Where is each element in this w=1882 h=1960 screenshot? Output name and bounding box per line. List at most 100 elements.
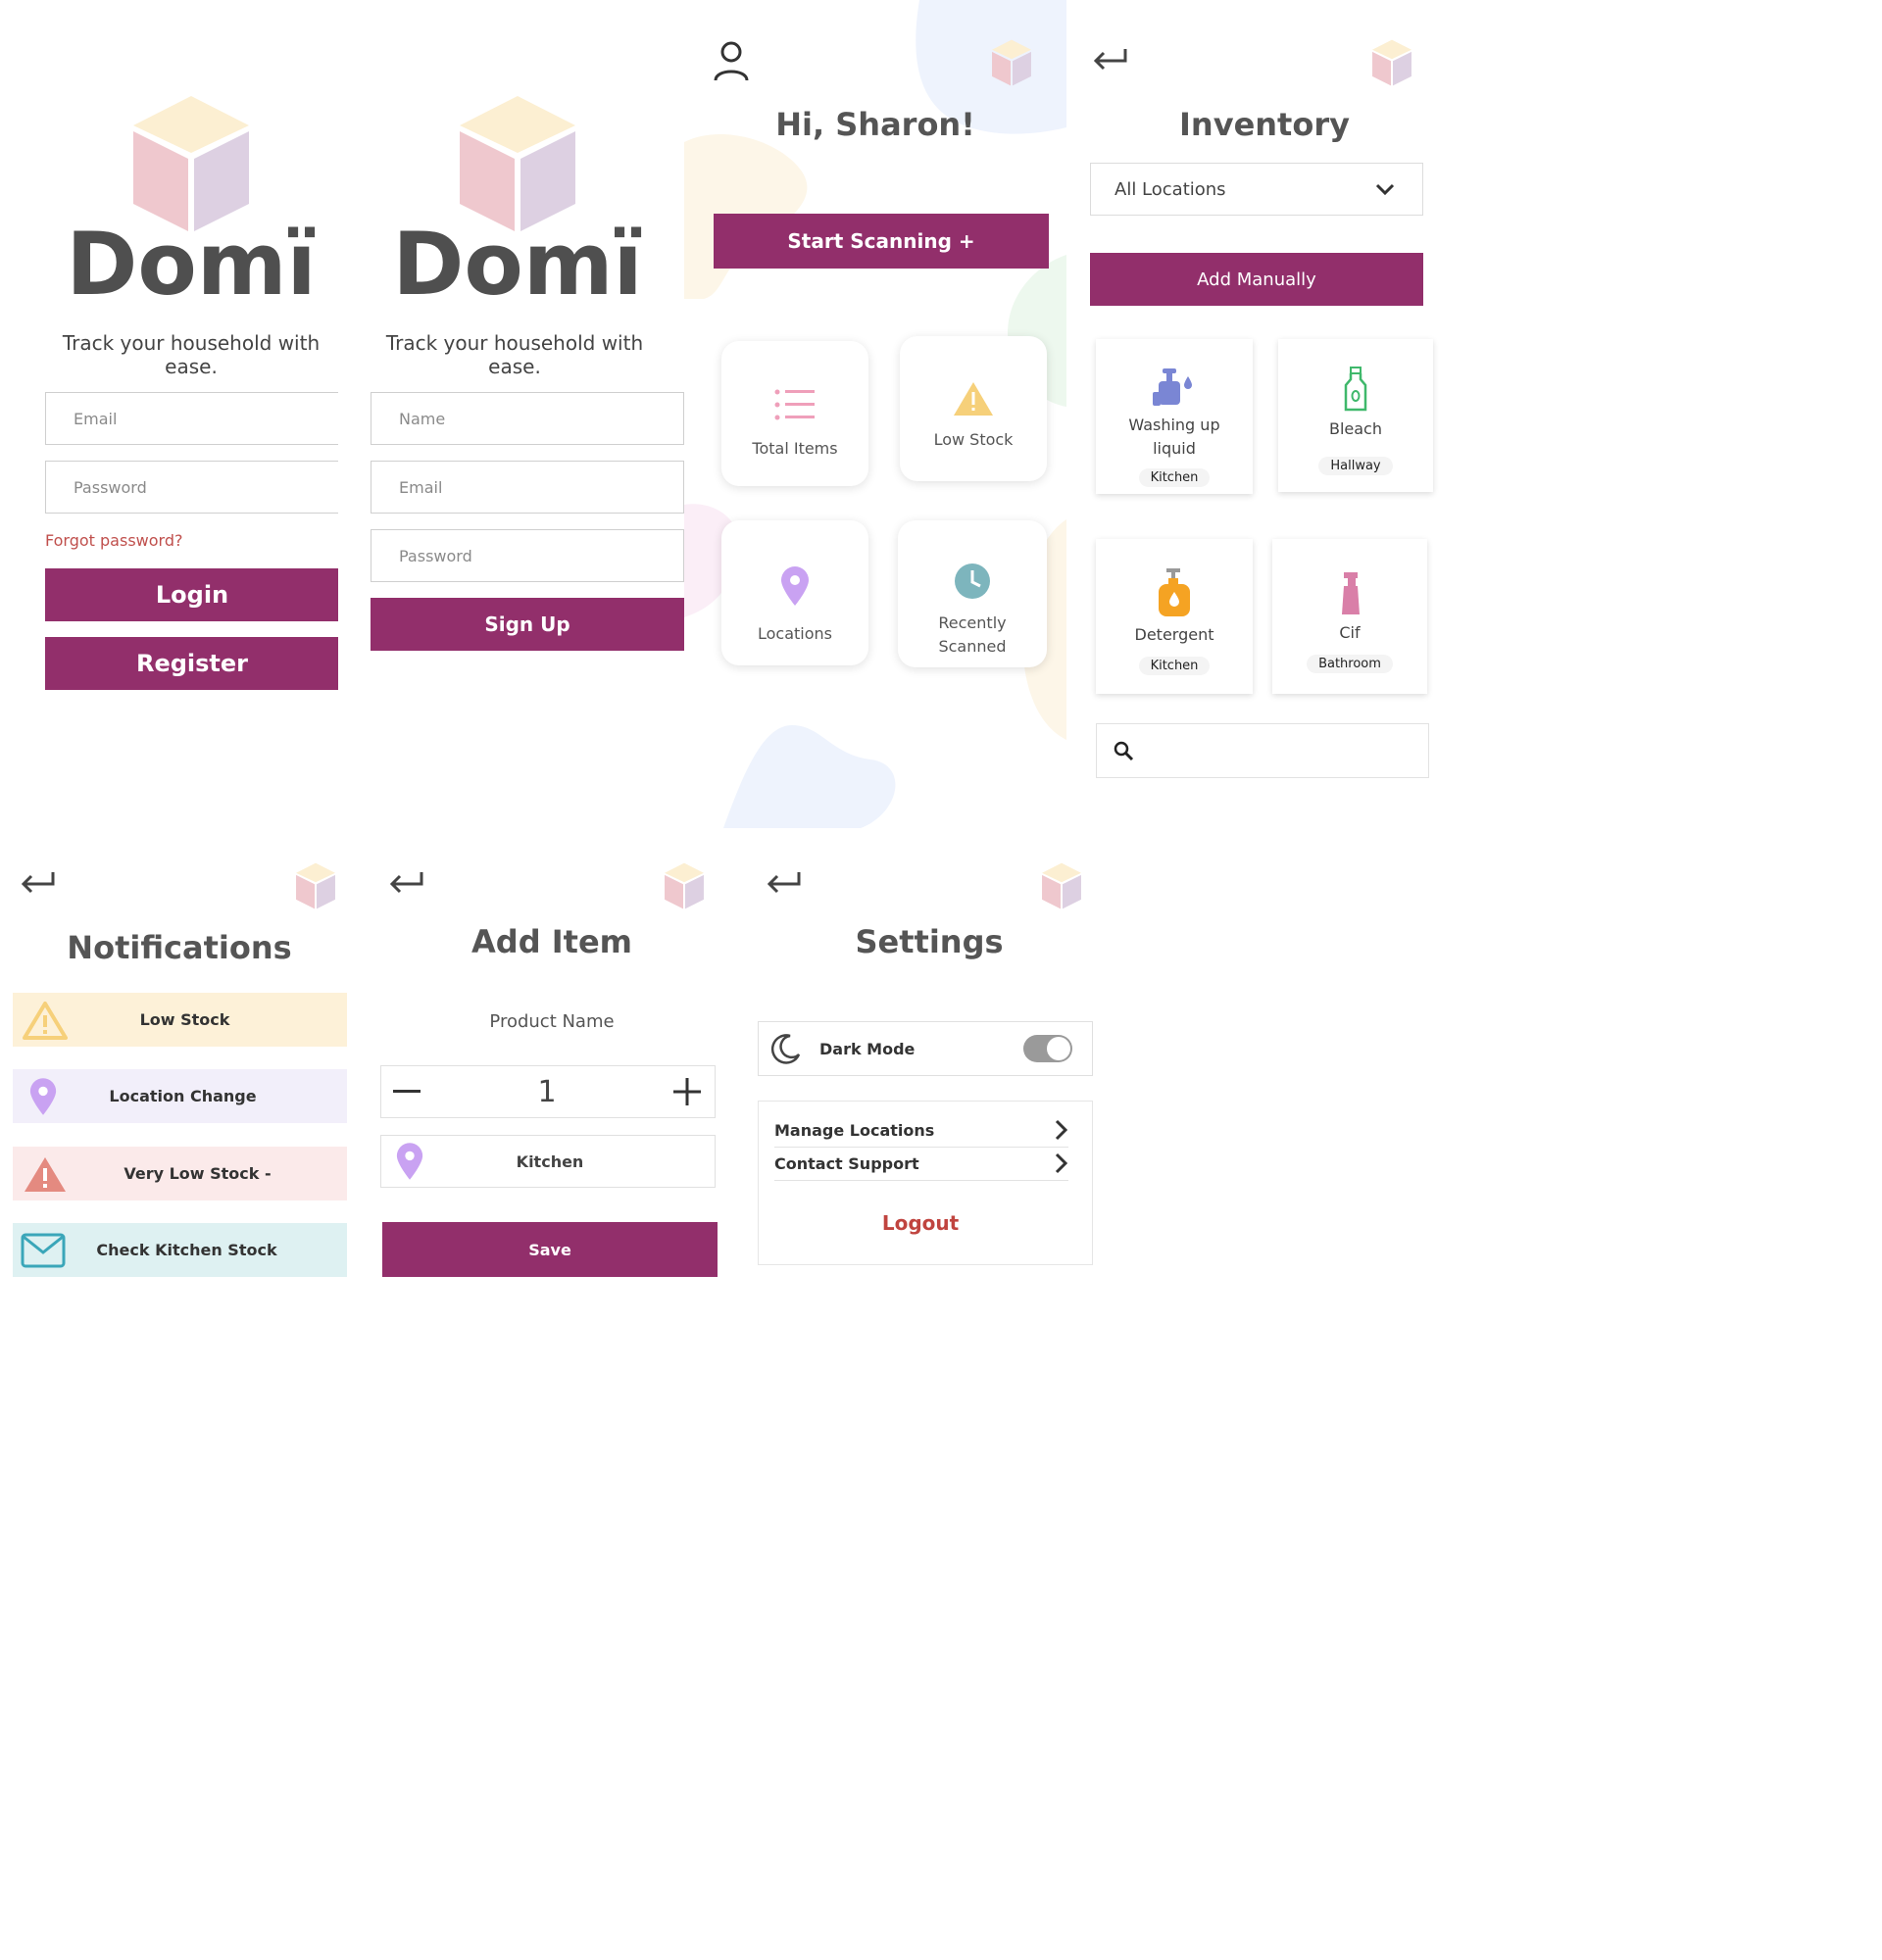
item-name: Cif [1339,623,1361,642]
settings-menu: Manage Locations Contact Support Logout [758,1101,1093,1265]
home-screen: Hi, Sharon! Start Scanning + Total Items… [684,0,1066,828]
domi-logo-cube [133,96,249,231]
location-field[interactable]: Kitchen [380,1135,716,1188]
add-manually-button[interactable]: Add Manually [1090,253,1423,306]
notification-very-low-stock[interactable]: Very Low Stock - [13,1147,347,1200]
inventory-screen: Inventory All Locations Add Manually Was… [1078,0,1451,804]
login-button[interactable]: Login [45,568,338,621]
save-button[interactable]: Save [382,1222,718,1277]
domi-logo-cube [992,39,1031,86]
start-scanning-button[interactable]: Start Scanning + [714,214,1049,269]
logout-button[interactable]: Logout [759,1211,1082,1235]
item-name: Bleach [1328,419,1382,438]
tagline: Track your household with ease. [385,331,644,378]
register-button[interactable]: Register [45,637,338,690]
email-input[interactable]: Email [45,392,338,445]
logo-wordmark: Domï [66,214,317,315]
domi-logo-cube [1372,39,1412,86]
item-location-badge: Kitchen [1138,468,1211,487]
notification-label: Check Kitchen Stock [96,1241,277,1259]
clock-icon [955,564,990,599]
item-card-washing-up-liquid[interactable]: Washing up liquid Kitchen [1096,339,1253,494]
greeting: Hi, Sharon! [775,106,975,143]
manage-locations-row[interactable]: Manage Locations [774,1113,1068,1148]
back-arrow-icon[interactable] [18,870,57,896]
locations-card[interactable]: Locations [721,520,868,665]
total-items-label: Total Items [752,439,838,458]
back-arrow-icon[interactable] [764,870,803,896]
settings-screen: Settings Dark Mode Manage Locations Cont… [750,843,1113,1294]
list-icon [774,389,815,420]
item-card-detergent[interactable]: Detergent Kitchen [1096,539,1253,694]
search-icon [1114,741,1134,761]
forgot-password-link[interactable]: Forgot password? [45,531,182,550]
toggle-knob [1047,1037,1070,1060]
login-screen: Domï Track your household with ease. Ema… [0,0,338,706]
dark-mode-label: Dark Mode [819,1039,916,1058]
quantity-value[interactable]: 1 [537,1075,556,1109]
chevron-right-icon [1055,1152,1068,1174]
page-title: Settings [855,923,1004,960]
dark-mode-row: Dark Mode [758,1021,1093,1076]
page-title: Add Item [471,923,632,960]
locations-label: Locations [757,624,832,643]
item-name: Washing up liquid [1128,416,1220,458]
location-pin-icon [396,1143,423,1180]
location-pin-icon [781,566,809,606]
recently-scanned-card[interactable]: Recently Scanned [898,520,1047,667]
quantity-stepper: 1 [380,1065,716,1118]
item-name: Detergent [1134,625,1214,644]
domi-logo-cube [665,862,704,909]
item-location-badge: Bathroom [1307,655,1393,673]
contact-support-label: Contact Support [774,1153,919,1173]
chevron-right-icon [1055,1119,1068,1141]
email-input[interactable]: Email [371,461,684,514]
warning-icon [23,1001,68,1040]
bottle-icon [1344,367,1367,412]
contact-support-row[interactable]: Contact Support [774,1147,1068,1181]
notification-check-kitchen-stock[interactable]: Check Kitchen Stock [13,1223,347,1277]
domi-logo-cube [1042,862,1081,909]
detergent-icon [1159,568,1190,616]
domi-logo-cube [460,96,575,231]
product-name-label: Product Name [489,1011,615,1032]
password-input[interactable]: Password [371,529,684,582]
notification-label: Location Change [109,1087,257,1105]
minus-icon[interactable] [393,1090,421,1094]
alert-icon [25,1156,66,1192]
back-arrow-icon[interactable] [386,870,425,896]
chevron-down-icon [1375,183,1395,195]
signup-screen: Domï Track your household with ease. Nam… [353,0,696,706]
low-stock-label: Low Stock [933,430,1014,449]
password-input[interactable]: Password [45,461,338,514]
recently-scanned-label: Recently Scanned [938,613,1007,656]
signup-button[interactable]: Sign Up [371,598,684,651]
location-value: Kitchen [516,1152,584,1171]
item-location-badge: Hallway [1318,457,1393,475]
dark-mode-toggle[interactable] [1023,1035,1072,1062]
notifications-screen: Notifications Low Stock Location Change … [0,843,363,1294]
search-input[interactable] [1096,723,1429,778]
back-arrow-icon[interactable] [1090,47,1129,73]
name-input[interactable]: Name [371,392,684,445]
location-select-value: All Locations [1114,178,1226,200]
manage-locations-label: Manage Locations [774,1120,935,1140]
page-title: Inventory [1179,106,1350,143]
spray-bottle-icon [1342,572,1360,614]
notification-low-stock[interactable]: Low Stock [13,993,347,1047]
item-card-cif[interactable]: Cif Bathroom [1272,539,1427,694]
plus-icon[interactable] [673,1078,701,1105]
logo-wordmark: Domï [392,214,643,315]
profile-icon[interactable] [712,39,751,82]
total-items-card[interactable]: Total Items [721,341,868,486]
moon-icon [770,1034,801,1064]
location-select[interactable]: All Locations [1090,163,1423,216]
dish-soap-icon [1153,368,1192,406]
notification-location-change[interactable]: Location Change [13,1069,347,1123]
item-card-bleach[interactable]: Bleach Hallway [1278,339,1433,492]
tagline: Track your household with ease. [62,331,321,378]
warning-icon [954,382,993,416]
mail-icon [21,1233,66,1267]
item-location-badge: Kitchen [1138,657,1211,675]
low-stock-card[interactable]: Low Stock [900,336,1047,481]
